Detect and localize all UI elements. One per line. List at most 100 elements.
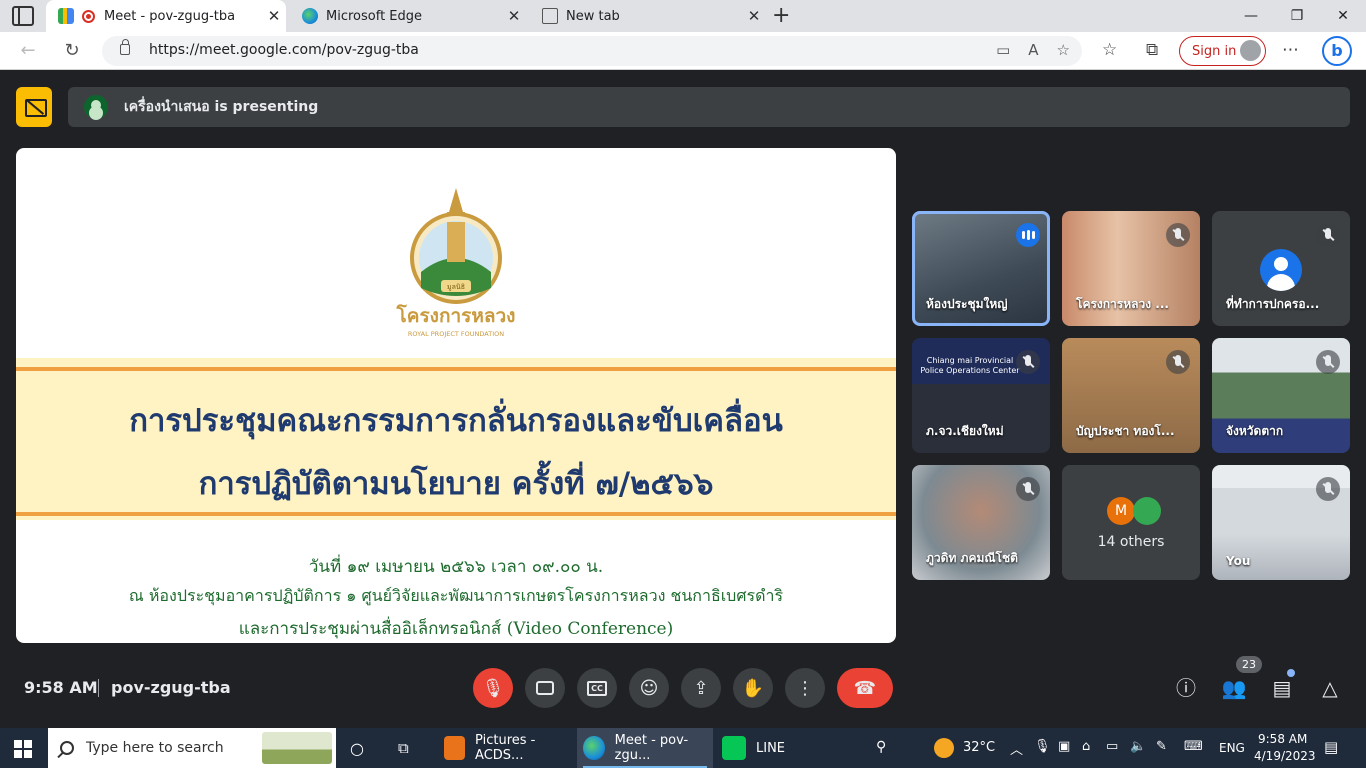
camera-icon[interactable]: ▭ bbox=[996, 41, 1010, 59]
raise-hand-button[interactable]: ✋ bbox=[733, 668, 773, 708]
slide-title-line-2: การปฏิบัติตามนโยบาย ครั้งที่ ๗/๒๕๖๖ bbox=[198, 466, 714, 502]
bing-icon[interactable]: b bbox=[1322, 36, 1352, 66]
slide-location: ณ ห้องประชุมอาคารปฏิบัติการ ๑ ศูนย์วิจัย… bbox=[128, 586, 784, 605]
activities-button[interactable]: △ bbox=[1316, 674, 1344, 702]
close-icon[interactable]: ✕ bbox=[262, 7, 286, 25]
sign-in-label: Sign in bbox=[1192, 43, 1237, 59]
start-button[interactable] bbox=[14, 740, 32, 758]
participant-name: ห้องประชุมใหญ่ bbox=[926, 297, 1008, 311]
participant-tile-admin-office[interactable]: ที่ทำการปกครอ... bbox=[1212, 211, 1350, 326]
captions-button[interactable]: CC bbox=[577, 668, 617, 708]
taskbar-app-meet[interactable]: Meet - pov-zgu... bbox=[577, 728, 713, 768]
network-icon[interactable]: ⌂ bbox=[1082, 739, 1090, 754]
pen-icon[interactable]: ✎ bbox=[1156, 739, 1167, 754]
volume-icon[interactable]: 🔈 bbox=[1130, 739, 1146, 754]
camera-toggle-button[interactable] bbox=[525, 668, 565, 708]
tab-bar: Meet - pov-zgug-tba ✕ Microsoft Edge ✕ N… bbox=[0, 0, 1366, 32]
close-icon[interactable]: ✕ bbox=[742, 7, 766, 25]
mic-off-icon bbox=[1166, 223, 1190, 247]
address-bar: ← ↻ https://meet.google.com/pov-zgug-tba… bbox=[0, 32, 1366, 70]
battery-icon[interactable]: ▭ bbox=[1106, 739, 1118, 754]
people-icon: 👥 bbox=[1221, 676, 1247, 700]
presentation-icon[interactable] bbox=[16, 87, 52, 127]
sign-in-button[interactable]: Sign in bbox=[1179, 36, 1266, 66]
task-view-icon[interactable]: ⧉ bbox=[398, 728, 418, 768]
recording-icon bbox=[82, 9, 95, 23]
info-icon: ⓘ bbox=[1176, 676, 1196, 700]
logo-subtitle: ROYAL PROJECT FOUNDATION bbox=[408, 330, 504, 338]
taskbar-time[interactable]: 9:58 AM bbox=[1258, 732, 1307, 746]
new-tab-button[interactable]: + bbox=[772, 3, 790, 28]
language-indicator[interactable]: ENG bbox=[1219, 741, 1245, 755]
close-icon[interactable]: ✕ bbox=[502, 7, 526, 25]
keyboard-icon[interactable]: ⌨ bbox=[1184, 739, 1203, 754]
show-hidden-icons[interactable]: ︿ bbox=[1010, 739, 1023, 758]
temperature[interactable]: 32°C bbox=[963, 740, 995, 755]
notifications-icon[interactable]: ▤ bbox=[1324, 738, 1338, 756]
tab-meet[interactable]: Meet - pov-zgug-tba ✕ bbox=[46, 0, 286, 32]
taskbar-app-acdsee[interactable]: Pictures - ACDS... bbox=[438, 728, 574, 768]
mic-toggle-button[interactable]: 🎙 bbox=[473, 668, 513, 708]
cortana-icon[interactable]: ○ bbox=[350, 728, 370, 768]
logo-text: โครงการหลวง bbox=[396, 304, 516, 327]
reactions-button[interactable]: ☺ bbox=[629, 668, 669, 708]
tab-label: New tab bbox=[566, 8, 620, 24]
taskbar-date[interactable]: 4/19/2023 bbox=[1254, 749, 1316, 763]
participant-tile-others[interactable]: M 14 others bbox=[1062, 465, 1200, 580]
line-icon bbox=[722, 736, 746, 760]
mic-off-icon bbox=[1016, 350, 1040, 374]
chat-button[interactable]: ▤ bbox=[1268, 674, 1296, 702]
restore-button[interactable]: ❐ bbox=[1274, 0, 1320, 32]
slide-conference: และการประชุมผ่านสื่ออิเล็กทรอนิกส์ (Vide… bbox=[238, 619, 674, 639]
refresh-button[interactable]: ↻ bbox=[58, 38, 86, 64]
weather-icon[interactable] bbox=[934, 738, 954, 758]
collections-icon[interactable]: ⧉ bbox=[1146, 40, 1158, 60]
logo-badge: มูลนิธิ bbox=[447, 283, 465, 291]
participant-tile-bunprachao[interactable]: บัญประชา ทองโ... bbox=[1062, 338, 1200, 453]
more-menu-icon[interactable]: ⋯ bbox=[1282, 40, 1299, 60]
people-tray-icon[interactable]: ⚲ bbox=[876, 739, 886, 755]
favorites-icon[interactable]: ☆ bbox=[1102, 40, 1117, 60]
speaking-indicator-icon bbox=[1016, 223, 1040, 247]
taskbar-app-line[interactable]: LINE bbox=[716, 728, 796, 768]
search-highlight-image bbox=[262, 732, 332, 764]
mic-off-icon bbox=[1316, 350, 1340, 374]
participant-tile-royal-project[interactable]: โครงการหลวง ... bbox=[1062, 211, 1200, 326]
participant-tile-main-room[interactable]: ห้องประชุมใหญ่ bbox=[912, 211, 1050, 326]
add-favorite-icon[interactable]: ☆ bbox=[1057, 41, 1070, 59]
present-now-button[interactable]: ⇪ bbox=[681, 668, 721, 708]
leave-call-button[interactable]: ☎ bbox=[837, 668, 893, 708]
close-window-button[interactable]: ✕ bbox=[1320, 0, 1366, 32]
presentation-slide: มูลนิธิ โครงการหลวง ROYAL PROJECT FOUNDA… bbox=[16, 148, 896, 643]
present-icon: ⇪ bbox=[693, 677, 709, 699]
mic-off-icon bbox=[1316, 223, 1340, 247]
slide-date: วันที่ ๑๙ เมษายน ๒๕๖๖ เวลา ๐๙.๐๐ น. bbox=[308, 557, 604, 577]
participant-name: โครงการหลวง ... bbox=[1076, 297, 1169, 311]
participant-tile-tak[interactable]: จังหวัดตาก bbox=[1212, 338, 1350, 453]
more-options-button[interactable]: ⋮ bbox=[785, 668, 825, 708]
mic-off-icon bbox=[1166, 350, 1190, 374]
tab-microsoft-edge[interactable]: Microsoft Edge ✕ bbox=[290, 0, 526, 32]
back-button[interactable]: ← bbox=[14, 38, 42, 64]
participant-tile-you[interactable]: You bbox=[1212, 465, 1350, 580]
taskbar-app-label: LINE bbox=[756, 740, 786, 756]
url-field[interactable]: https://meet.google.com/pov-zgug-tba ▭ A… bbox=[102, 36, 1082, 66]
tab-new-tab[interactable]: New tab ✕ bbox=[530, 0, 766, 32]
minimize-button[interactable]: — bbox=[1228, 0, 1274, 32]
edge-icon bbox=[583, 736, 605, 760]
meet-area: เครื่องนำเสนอ is presenting มูลนิธิ โครง… bbox=[0, 71, 1366, 728]
tab-actions-icon[interactable] bbox=[12, 6, 34, 26]
participant-tile-phuwadit[interactable]: ภูวดิท ภคมณีโชติ bbox=[912, 465, 1050, 580]
meeting-details-button[interactable]: ⓘ bbox=[1172, 674, 1200, 702]
lock-icon[interactable] bbox=[120, 39, 130, 55]
participant-name: You bbox=[1226, 554, 1251, 568]
read-aloud-icon[interactable]: A bbox=[1028, 41, 1038, 59]
people-button[interactable]: 👥 bbox=[1220, 674, 1248, 702]
more-vert-icon: ⋮ bbox=[796, 677, 814, 699]
new-tab-icon bbox=[542, 8, 558, 24]
participant-tile-police[interactable]: Chiang mai Provincial Police Operations … bbox=[912, 338, 1050, 453]
microphone-icon[interactable]: 🎙 bbox=[1034, 739, 1051, 754]
taskbar-search[interactable]: Type here to search bbox=[48, 728, 336, 768]
meet-tray-icon[interactable]: ▣ bbox=[1058, 739, 1070, 754]
camera-icon bbox=[536, 681, 554, 695]
